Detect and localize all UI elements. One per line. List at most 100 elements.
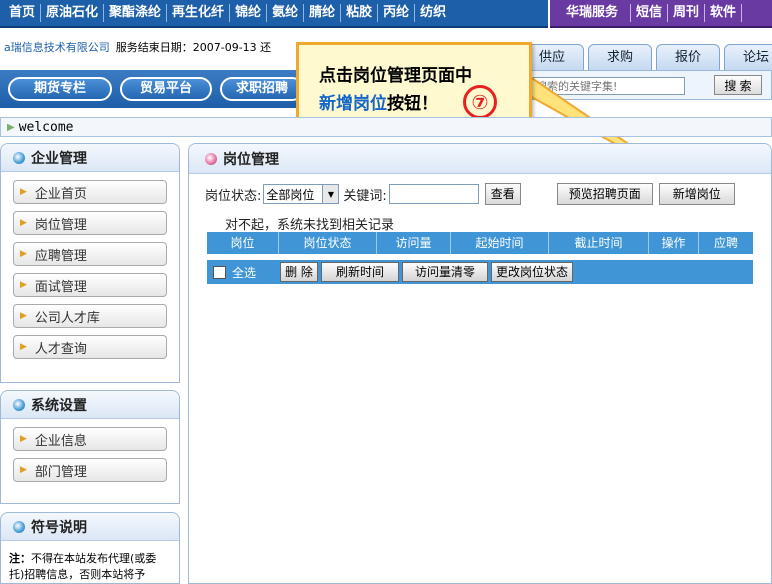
arrow-right-icon: ▶ — [20, 187, 27, 197]
company-name[interactable]: a瑞信息技术有限公司 — [4, 39, 110, 55]
sidebar-item-interview-management[interactable]: ▶ 面试管理 — [13, 273, 167, 297]
nav-spandex[interactable]: 氨纶 — [267, 4, 305, 22]
trade-platform-button[interactable]: 贸易平台 — [120, 77, 212, 101]
nav-polyester[interactable]: 聚酯涤纶 — [104, 4, 168, 22]
arrow-right-icon: ▶ — [20, 218, 27, 228]
search-input[interactable] — [533, 77, 685, 95]
filter-row: 岗位状态: 全部岗位 ▼ 关键词: 查看 预览招聘页面 新增岗位 — [205, 182, 765, 206]
arrow-right-icon: ▶ — [20, 465, 27, 475]
bullet-icon — [13, 520, 25, 533]
nav-sms[interactable]: 短信 — [631, 4, 669, 22]
sidebar-item-department-management[interactable]: ▶ 部门管理 — [13, 458, 167, 482]
nav-huarui-service[interactable]: 华瑞服务 — [556, 4, 632, 22]
arrow-right-icon: ▶ — [20, 434, 27, 444]
sidebar-item-company-info[interactable]: ▶ 企业信息 — [13, 427, 167, 451]
bullet-icon — [13, 151, 25, 164]
col-actions: 操作 — [649, 232, 699, 254]
play-arrow-icon: ▶ — [7, 121, 15, 133]
symbol-panel-header: 符号说明 — [1, 513, 179, 541]
sidebar-item-job-management[interactable]: ▶ 岗位管理 — [13, 211, 167, 235]
callout-line1: 点击岗位管理页面中 — [319, 66, 472, 86]
select-all-checkbox[interactable] — [213, 265, 226, 279]
job-management-panel: 岗位管理 岗位状态: 全部岗位 ▼ 关键词: 查看 预览招聘页面 新增岗位 对不… — [188, 143, 772, 584]
refresh-time-button[interactable]: 刷新时间 — [321, 262, 399, 282]
enterprise-panel-header: 企业管理 — [1, 144, 179, 172]
nav-software[interactable]: 软件 — [705, 4, 743, 22]
page-title: 岗位管理 — [223, 151, 279, 168]
arrow-right-icon: ▶ — [20, 311, 27, 321]
welcome-text: welcome — [18, 119, 74, 135]
delete-button[interactable]: 删 除 — [280, 262, 318, 282]
sidebar-item-label: 应聘管理 — [34, 248, 87, 264]
col-start-time: 起始时间 — [451, 232, 549, 254]
nav-nylon[interactable]: 锦纶 — [230, 4, 268, 22]
notice-body: 不得在本站发布代理(或委托)招聘信息，否则本站将予 — [9, 552, 157, 581]
callout-highlight: 新增岗位 — [319, 94, 387, 114]
sidebar-item-label: 企业首页 — [34, 186, 87, 202]
arrow-right-icon: ▶ — [20, 249, 27, 259]
empty-message: 对不起，系统未找到相关记录 — [225, 218, 395, 233]
bulk-action-bar: 全选 删 除 刷新时间 访问量清零 更改岗位状态 — [207, 260, 753, 284]
col-job-status: 岗位状态 — [279, 232, 377, 254]
notice-label: 注： — [9, 552, 31, 565]
chevron-down-icon: ▼ — [322, 185, 339, 203]
nav-textile[interactable]: 纺织 — [415, 4, 451, 22]
panel-title: 符号说明 — [31, 519, 87, 536]
bullet-icon — [13, 398, 25, 411]
sidebar-item-talent-pool[interactable]: ▶ 公司人才库 — [13, 304, 167, 328]
tab-purchase[interactable]: 求购 — [588, 44, 652, 70]
keyword-label: 关键词: — [343, 188, 387, 204]
sidebar-item-label: 岗位管理 — [34, 217, 87, 233]
callout-line2-rest: 按钮！ — [387, 94, 438, 114]
change-job-status-button[interactable]: 更改岗位状态 — [491, 262, 573, 282]
nav-polypropylene[interactable]: 丙纶 — [378, 4, 416, 22]
sidebar-item-talent-search[interactable]: ▶ 人才查询 — [13, 335, 167, 359]
col-applications: 应聘 — [713, 236, 738, 250]
sidebar-item-label: 公司人才库 — [34, 310, 100, 326]
preview-recruit-page-button[interactable]: 预览招聘页面 — [556, 183, 653, 205]
keyword-input[interactable] — [388, 184, 479, 204]
status-label: 岗位状态: — [205, 188, 262, 204]
status-select-value: 全部岗位 — [266, 187, 315, 202]
futures-button[interactable]: 期货专栏 — [8, 77, 112, 101]
job-recruit-button[interactable]: 求职招聘 — [220, 77, 304, 101]
sidebar-item-label: 面试管理 — [34, 279, 87, 295]
arrow-right-icon: ▶ — [20, 342, 27, 352]
bullet-icon — [205, 152, 217, 165]
nav-recycled-fiber[interactable]: 再生化纤 — [167, 4, 231, 22]
welcome-bar: ▶ welcome — [0, 117, 772, 137]
tab-forum[interactable]: 论坛 — [724, 44, 772, 70]
system-panel-header: 系统设置 — [1, 391, 179, 419]
status-select[interactable]: 全部岗位 ▼ — [263, 184, 340, 204]
col-end-time: 截止时间 — [549, 232, 649, 254]
nav-acrylic[interactable]: 腈纶 — [304, 4, 342, 22]
enterprise-panel: 企业管理 ▶ 企业首页 ▶ 岗位管理 ▶ 应聘管理 ▶ 面试管理 ▶ 公司人才库 ▶ 人才查… — [0, 143, 180, 383]
sidebar-item-label: 企业信息 — [34, 433, 87, 449]
notice-text: 注：不得在本站发布代理(或委托)招聘信息，否则本站将予 — [9, 551, 171, 583]
top-nav: 首页 原油石化 聚酯涤纶 再生化纤 锦纶 氨纶 腈纶 粘胶 丙纶 纺织 — [0, 0, 548, 28]
main-panel-header: 岗位管理 — [189, 144, 771, 174]
nav-petrochem[interactable]: 原油石化 — [41, 4, 105, 22]
service-end-date: 服务结束日期：2007-09-13 还 — [115, 41, 272, 54]
sidebar-item-company-home[interactable]: ▶ 企业首页 — [13, 180, 167, 204]
reset-visits-button[interactable]: 访问量清零 — [402, 262, 488, 282]
symbol-panel: 符号说明 注：不得在本站发布代理(或委托)招聘信息，否则本站将予 — [0, 512, 180, 584]
nav-viscose[interactable]: 粘胶 — [341, 4, 379, 22]
view-button[interactable]: 查看 — [484, 183, 521, 205]
tab-quote[interactable]: 报价 — [656, 44, 720, 70]
col-job: 岗位 — [207, 232, 279, 254]
search-button[interactable]: 搜 索 — [714, 75, 762, 95]
table-header: 岗位 岗位状态 访问量 起始时间 截止时间 操作 应聘 — [207, 232, 753, 254]
sidebar-item-label: 人才查询 — [34, 341, 87, 357]
step-number-badge: ⑦ — [463, 85, 497, 119]
add-job-button[interactable]: 新增岗位 — [658, 183, 735, 205]
nav-home[interactable]: 首页 — [4, 4, 42, 22]
col-visits: 访问量 — [377, 232, 451, 254]
company-info: a瑞信息技术有限公司 服务结束日期：2007-09-13 还 — [4, 38, 271, 56]
nav-weekly[interactable]: 周刊 — [668, 4, 706, 22]
category-tabs: 供应 求购 报价 论坛 — [520, 44, 772, 70]
system-panel: 系统设置 ▶ 企业信息 ▶ 部门管理 — [0, 390, 180, 504]
sidebar-item-application-management[interactable]: ▶ 应聘管理 — [13, 242, 167, 266]
panel-title: 系统设置 — [31, 397, 87, 414]
select-all-label: 全选 — [232, 265, 257, 280]
